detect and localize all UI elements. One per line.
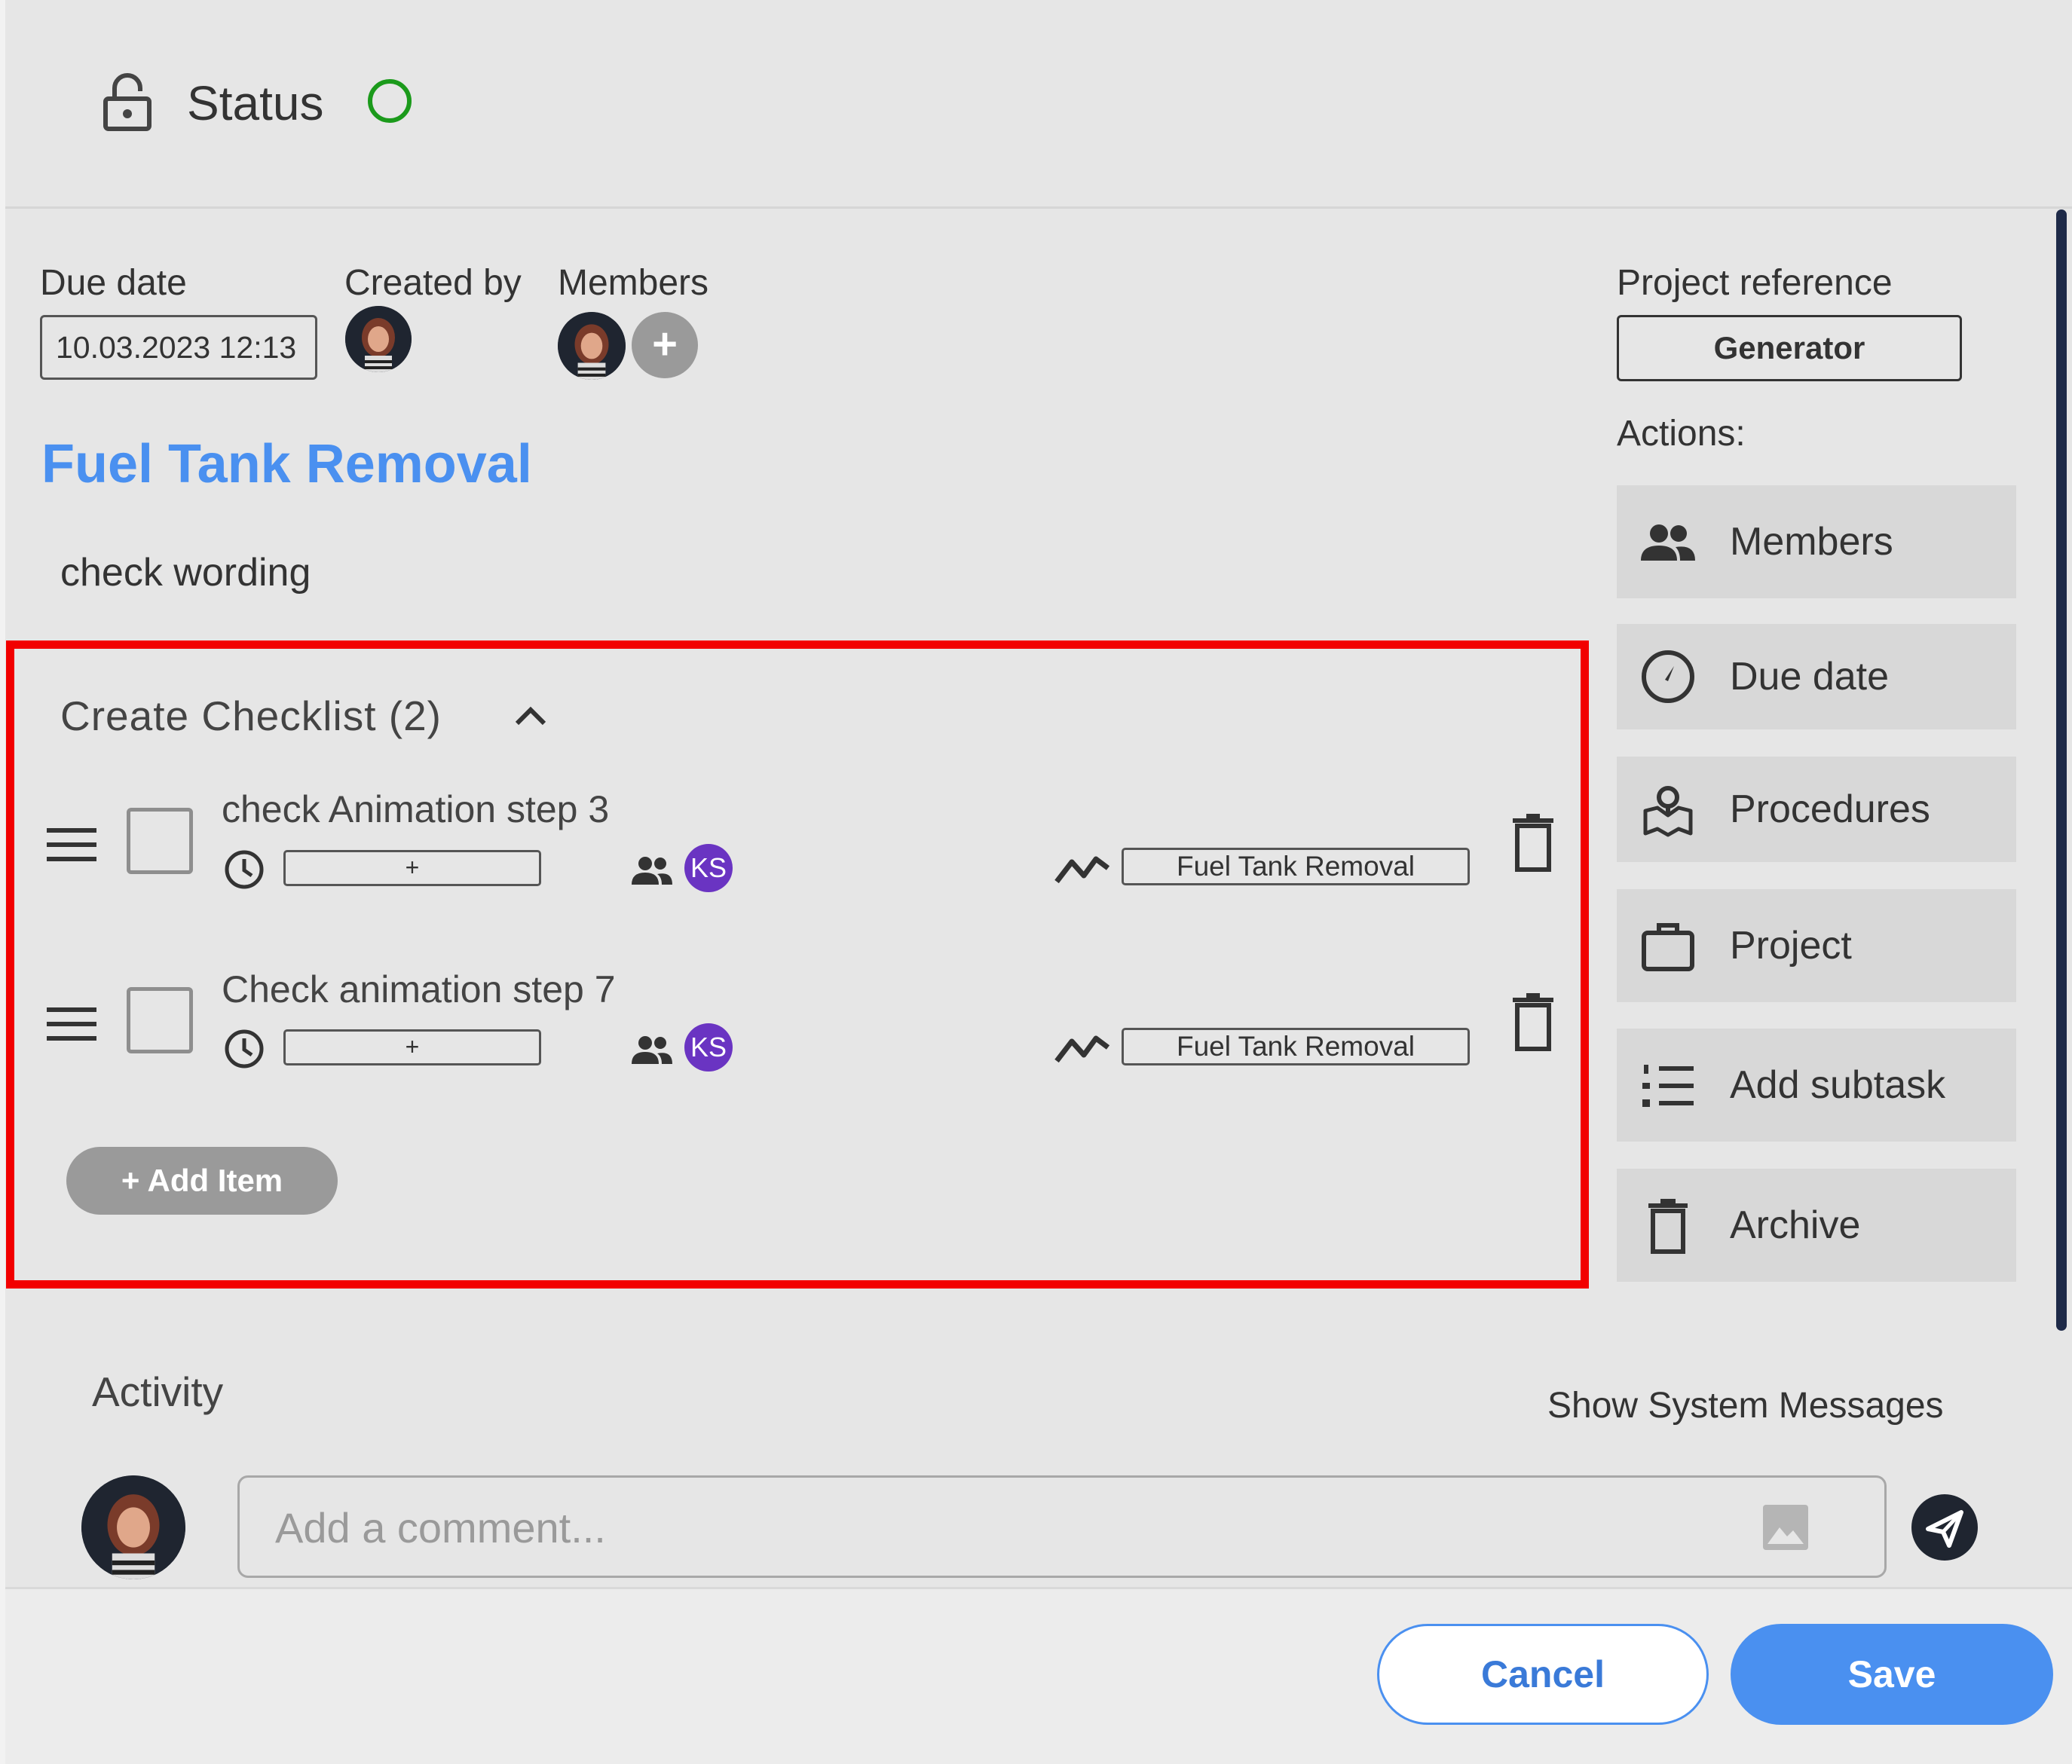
created-by-label: Created by <box>344 263 522 303</box>
actions-label: Actions: <box>1617 414 1746 454</box>
members-label: Members <box>558 263 709 303</box>
item-reference-field[interactable]: Fuel Tank Removal <box>1122 1028 1470 1065</box>
action-members-label: Members <box>1730 520 1893 564</box>
send-icon <box>1926 1510 1963 1548</box>
send-comment-button[interactable] <box>1911 1494 1978 1561</box>
action-due-date[interactable]: Due date <box>1617 624 2016 729</box>
status-indicator[interactable] <box>368 79 412 123</box>
checklist-item-checkbox[interactable] <box>127 987 193 1053</box>
group-icon <box>632 1036 672 1064</box>
checklist-item-checkbox[interactable] <box>127 808 193 874</box>
group-icon <box>1641 524 1695 561</box>
item-time-field[interactable]: + <box>283 1029 541 1065</box>
task-description[interactable]: check wording <box>60 550 311 595</box>
action-due-date-label: Due date <box>1730 655 1890 699</box>
assignee-badge[interactable]: KS <box>684 1023 733 1072</box>
image-upload-icon[interactable] <box>1761 1503 1810 1552</box>
item-time-field[interactable]: + <box>283 850 541 886</box>
action-project-label: Project <box>1730 924 1852 968</box>
clock-icon <box>225 1029 264 1068</box>
trash-icon[interactable] <box>1510 812 1556 873</box>
show-system-messages-link[interactable]: Show System Messages <box>1547 1385 1944 1426</box>
drag-handle-icon[interactable] <box>47 1006 96 1042</box>
window-edge <box>0 0 5 1764</box>
activity-title: Activity <box>92 1368 224 1415</box>
clock-icon <box>225 850 264 889</box>
action-procedures-label: Procedures <box>1730 787 1930 831</box>
save-button[interactable]: Save <box>1731 1624 2053 1725</box>
avatar-portrait-icon <box>81 1475 185 1579</box>
checklist-item-label[interactable]: check Animation step 3 <box>222 787 609 831</box>
cancel-button[interactable]: Cancel <box>1377 1624 1709 1725</box>
trash-icon <box>1648 1199 1688 1254</box>
header-divider <box>5 206 2072 209</box>
due-date-field[interactable]: 10.03.2023 12:13 <box>40 315 317 380</box>
action-procedures[interactable]: Procedures <box>1617 757 2016 862</box>
trend-line-icon <box>1054 1035 1110 1063</box>
action-archive[interactable]: Archive <box>1617 1169 2016 1282</box>
add-member-button[interactable]: + <box>632 312 698 378</box>
map-marker-icon <box>1643 786 1693 837</box>
creator-avatar[interactable] <box>345 306 412 372</box>
project-reference-button[interactable]: Generator <box>1617 315 1962 381</box>
status-label: Status <box>187 76 324 130</box>
add-item-button[interactable]: + Add Item <box>66 1147 338 1215</box>
avatar-portrait-icon <box>345 306 412 372</box>
item-reference-field[interactable]: Fuel Tank Removal <box>1122 848 1470 885</box>
assignee-badge[interactable]: KS <box>684 844 733 892</box>
checklist-title: Create Checklist (2) <box>60 692 442 739</box>
group-icon <box>632 857 672 885</box>
checklist-item-label[interactable]: Check animation step 7 <box>222 968 616 1011</box>
action-project[interactable]: Project <box>1617 889 2016 1002</box>
action-members[interactable]: Members <box>1617 485 2016 598</box>
due-date-label: Due date <box>40 263 187 303</box>
chevron-up-icon[interactable] <box>513 701 549 731</box>
compass-icon <box>1642 650 1694 703</box>
task-title[interactable]: Fuel Tank Removal <box>41 433 532 495</box>
avatar-portrait-icon <box>558 312 626 380</box>
numbered-list-icon <box>1642 1065 1694 1107</box>
trash-icon[interactable] <box>1510 992 1556 1052</box>
action-archive-label: Archive <box>1730 1203 1861 1247</box>
member-avatar[interactable] <box>558 312 626 380</box>
scrollbar[interactable] <box>2056 209 2067 1331</box>
action-add-subtask[interactable]: Add subtask <box>1617 1029 2016 1142</box>
current-user-avatar <box>81 1475 185 1579</box>
drag-handle-icon[interactable] <box>47 827 96 863</box>
lock-icon[interactable] <box>98 72 157 132</box>
action-add-subtask-label: Add subtask <box>1730 1063 1946 1107</box>
comment-placeholder[interactable]: Add a comment... <box>275 1503 606 1552</box>
briefcase-icon <box>1642 923 1694 971</box>
trend-line-icon <box>1054 856 1110 884</box>
project-reference-label: Project reference <box>1617 263 1893 303</box>
